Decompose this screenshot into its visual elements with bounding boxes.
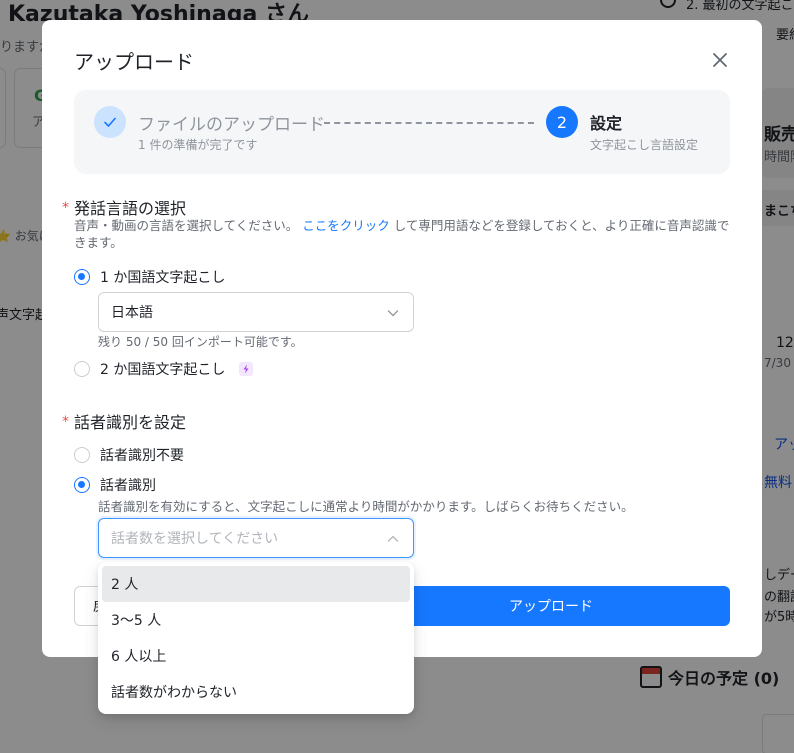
speaker-count-dropdown: 2 人 3〜5 人 6 人以上 話者数がわからない bbox=[98, 562, 414, 714]
dropdown-option[interactable]: 3〜5 人 bbox=[102, 602, 410, 638]
radio-button[interactable] bbox=[74, 447, 90, 463]
speaker-count-select[interactable]: 話者数を選択してください bbox=[98, 518, 414, 558]
upload-button-label: アップロード bbox=[509, 599, 593, 615]
radio-label: 話者識別不要 bbox=[100, 448, 184, 464]
required-mark: * bbox=[62, 200, 69, 216]
close-icon[interactable] bbox=[708, 48, 732, 72]
language-select-value: 日本語 bbox=[111, 305, 153, 321]
radio-button[interactable] bbox=[74, 477, 90, 493]
modal-title: アップロード bbox=[74, 50, 194, 74]
speaker-section-title: 話者識別を設定 bbox=[74, 413, 187, 432]
speaker-id-description: 話者識別を有効にすると、文字起こしに通常より時間がかかります。しばらくお待ちくだ… bbox=[98, 499, 634, 514]
sparkle-icon bbox=[239, 362, 254, 376]
remaining-count: 残り 50 / 50 回インポート可能です。 bbox=[98, 335, 303, 349]
step2-number: 2 bbox=[546, 106, 578, 138]
radio-label: 話者識別 bbox=[100, 478, 156, 494]
dropdown-option[interactable]: 6 人以上 bbox=[102, 638, 410, 674]
radio-dual-language[interactable]: 2 か国語文字起こし bbox=[74, 359, 254, 379]
radio-button[interactable] bbox=[74, 269, 90, 285]
radio-label: 1 か国語文字起こし bbox=[100, 270, 226, 286]
chevron-up-icon bbox=[387, 535, 399, 542]
glossary-link[interactable]: ここをクリック bbox=[302, 218, 390, 233]
step2-title: 設定 bbox=[590, 114, 623, 133]
language-select[interactable]: 日本語 bbox=[98, 292, 414, 332]
required-mark: * bbox=[62, 414, 69, 430]
radio-label: 2 か国語文字起こし bbox=[100, 362, 226, 378]
speaker-select-placeholder: 話者数を選択してください bbox=[111, 531, 279, 547]
language-section-title: 発話言語の選択 bbox=[74, 199, 187, 218]
step1-subtitle: 1 件の準備が完了です bbox=[138, 138, 258, 152]
dropdown-option[interactable]: 2 人 bbox=[102, 566, 410, 602]
radio-single-language[interactable]: 1 か国語文字起こし bbox=[74, 267, 225, 287]
step2-subtitle: 文字起こし言語設定 bbox=[590, 138, 699, 152]
step1-title: ファイルのアップロード bbox=[138, 115, 325, 135]
radio-no-speaker-id[interactable]: 話者識別不要 bbox=[74, 445, 184, 465]
language-desc-text: 音声・動画の言語を選択してください。 bbox=[74, 218, 299, 233]
upload-button[interactable]: アップロード bbox=[372, 586, 730, 626]
dropdown-option[interactable]: 話者数がわからない bbox=[102, 674, 410, 710]
step-connector bbox=[324, 122, 534, 124]
radio-speaker-id[interactable]: 話者識別 bbox=[74, 475, 156, 495]
language-description: 音声・動画の言語を選択してください。 ここをクリック して専門用語などを登録して… bbox=[74, 217, 734, 251]
chevron-down-icon bbox=[387, 310, 399, 317]
radio-button[interactable] bbox=[74, 361, 90, 377]
check-icon bbox=[94, 106, 126, 138]
upload-steps: ファイルのアップロード 1 件の準備が完了です 2 設定 文字起こし言語設定 bbox=[74, 90, 730, 174]
